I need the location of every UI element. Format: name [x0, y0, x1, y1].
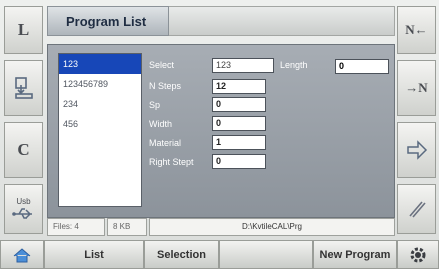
home-icon [13, 247, 31, 262]
c-button-label: C [17, 140, 30, 159]
import-button-label: N← [405, 22, 428, 37]
new-program-button[interactable]: New Program [313, 240, 397, 269]
l-button[interactable]: L [4, 6, 43, 54]
arrow-right-icon [406, 140, 427, 160]
material-label: Material [149, 138, 182, 148]
enter-button[interactable] [397, 122, 436, 178]
home-button[interactable] [0, 240, 44, 269]
length-label: Length [280, 60, 308, 70]
width-label: Width [149, 119, 173, 129]
select-field[interactable]: 123 [212, 58, 274, 73]
export-button[interactable]: →N [397, 60, 436, 116]
import-button[interactable]: N← [397, 6, 436, 54]
list-button-label: List [84, 248, 104, 261]
right-stept-label: Right Stept [149, 157, 194, 167]
usb-icon [11, 207, 32, 219]
new-program-button-label: New Program [319, 248, 391, 261]
nsteps-field[interactable]: 12 [212, 79, 266, 94]
sp-label: Sp [149, 100, 161, 110]
machine-screen: L C Usb N← →N Program List 123 123456789… [0, 0, 439, 269]
c-button[interactable]: C [4, 122, 43, 178]
program-list-item[interactable]: 123456789 [59, 74, 141, 94]
select-label: Select [149, 60, 175, 70]
save-icon [14, 77, 33, 99]
selection-button-label: Selection [157, 248, 206, 261]
status-bar: Files: 4 8 KB D:\KvtileCAL\Prg [47, 218, 395, 236]
title-bar: Program List [47, 6, 395, 36]
save-button[interactable] [4, 60, 43, 116]
gear-icon [410, 247, 426, 262]
program-list-item[interactable]: 456 [59, 114, 141, 134]
material-field[interactable]: 1 [212, 135, 266, 150]
empty-button[interactable] [219, 240, 313, 269]
program-list-item[interactable]: 123 [59, 54, 141, 74]
sp-field[interactable]: 0 [212, 97, 266, 112]
directory-path: D:\KvtileCAL\Prg [149, 218, 395, 236]
selection-button[interactable]: Selection [144, 240, 219, 269]
right-stept-field[interactable]: 0 [212, 154, 266, 169]
width-field[interactable]: 0 [212, 116, 266, 131]
page-title: Program List [47, 6, 169, 36]
length-field[interactable]: 0 [335, 59, 389, 74]
program-list[interactable]: 123 123456789 234 456 [58, 53, 142, 207]
pencil-icon [408, 201, 426, 218]
program-list-item[interactable]: 234 [59, 94, 141, 114]
program-panel: 123 123456789 234 456 Select 123 Length … [47, 44, 395, 218]
files-count: Files: 4 [47, 218, 105, 236]
bottom-toolbar: List Selection New Program [0, 240, 439, 269]
storage-size: 8 KB [107, 218, 147, 236]
export-button-label: →N [405, 80, 428, 95]
usb-label: Usb [16, 196, 31, 206]
usb-button[interactable]: Usb [4, 184, 43, 234]
l-button-label: L [17, 20, 30, 39]
settings-button[interactable] [397, 240, 439, 269]
title-bar-fill [169, 6, 395, 36]
nsteps-label: N Steps [149, 81, 182, 91]
edit-button[interactable] [397, 184, 436, 234]
list-button[interactable]: List [44, 240, 144, 269]
